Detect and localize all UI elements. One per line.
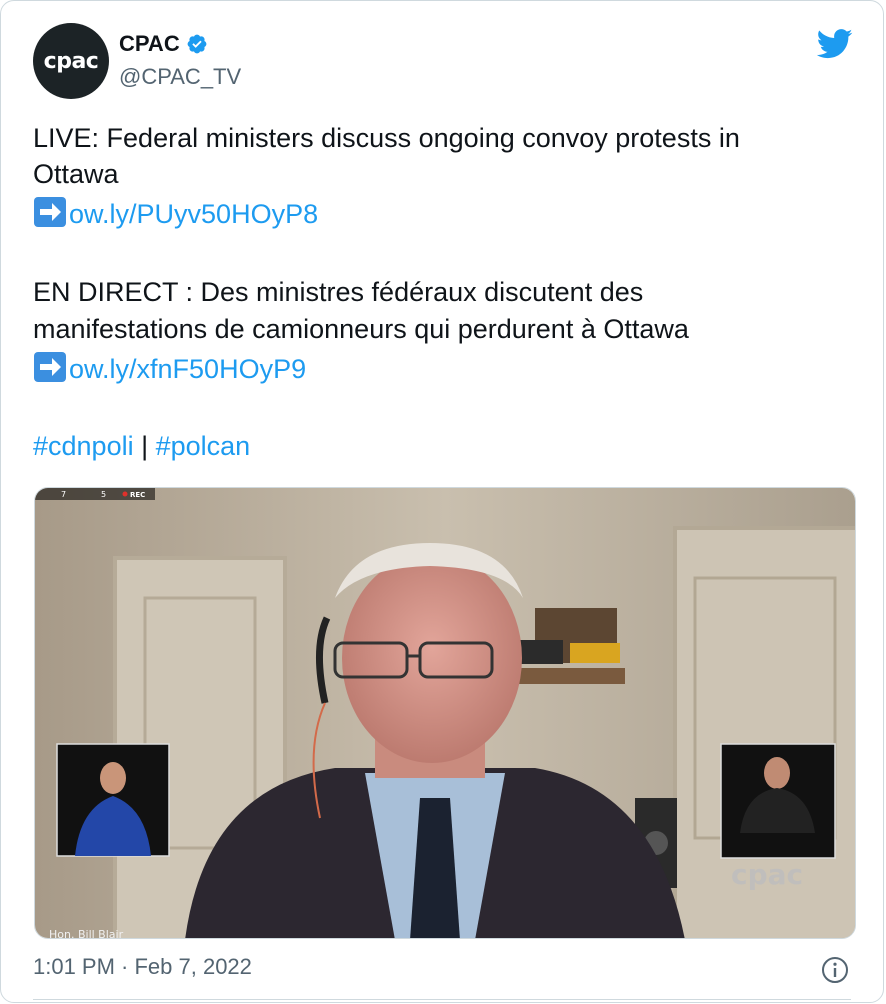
tweet-link-row-1: ow.ly/PUyv50HOyP8 xyxy=(33,196,873,232)
tweet-timestamp[interactable]: 1:01 PM · Feb 7, 2022 xyxy=(33,954,252,980)
tweet-link-row-2: ow.ly/xfnF50HOyP9 xyxy=(33,351,873,387)
tweet-text-line-1: LIVE: Federal ministers discuss ongoing … xyxy=(33,123,740,153)
hashtag-separator: | xyxy=(133,431,156,461)
hashtag-cdnpoli[interactable]: #cdnpoli xyxy=(33,431,134,461)
tweet-card: cpac CPAC @CPAC_TV LIVE: Federal ministe… xyxy=(0,0,884,1003)
account-name-row[interactable]: CPAC xyxy=(119,31,208,57)
rec-indicator: REC xyxy=(130,491,145,499)
account-name[interactable]: CPAC xyxy=(119,31,180,57)
hashtag-polcan[interactable]: #polcan xyxy=(156,431,251,461)
cpac-watermark: cpac xyxy=(731,858,803,891)
video-frame: cpac 7 5 REC Hon. Bill Blair xyxy=(35,488,855,939)
right-arrow-emoji-icon xyxy=(34,197,66,227)
info-icon[interactable] xyxy=(821,956,849,984)
verified-badge-icon xyxy=(187,34,207,54)
tweet-text-line-3: EN DIRECT : Des ministres fédéraux discu… xyxy=(33,277,644,307)
tweet-text-line-2: Ottawa xyxy=(33,159,119,189)
tweet-link-1[interactable]: ow.ly/PUyv50HOyP8 xyxy=(69,199,318,229)
hashtag-row: #cdnpoli | #polcan xyxy=(33,428,873,464)
muted-count: 5 xyxy=(101,490,106,499)
avatar-logo-text: cpac xyxy=(43,48,99,74)
participant-count: 7 xyxy=(61,490,66,499)
speaker-caption: Hon. Bill Blair xyxy=(49,928,124,939)
right-arrow-emoji-icon xyxy=(34,352,66,382)
video-media[interactable]: cpac 7 5 REC Hon. Bill Blair xyxy=(34,487,856,939)
tweet-link-2[interactable]: ow.ly/xfnF50HOyP9 xyxy=(69,354,306,384)
tweet-text-line-4: manifestations de camionneurs qui perdur… xyxy=(33,314,689,344)
twitter-bird-icon[interactable] xyxy=(817,29,853,59)
account-handle[interactable]: @CPAC_TV xyxy=(119,64,241,90)
avatar[interactable]: cpac xyxy=(33,23,109,99)
footer-divider xyxy=(33,999,851,1000)
